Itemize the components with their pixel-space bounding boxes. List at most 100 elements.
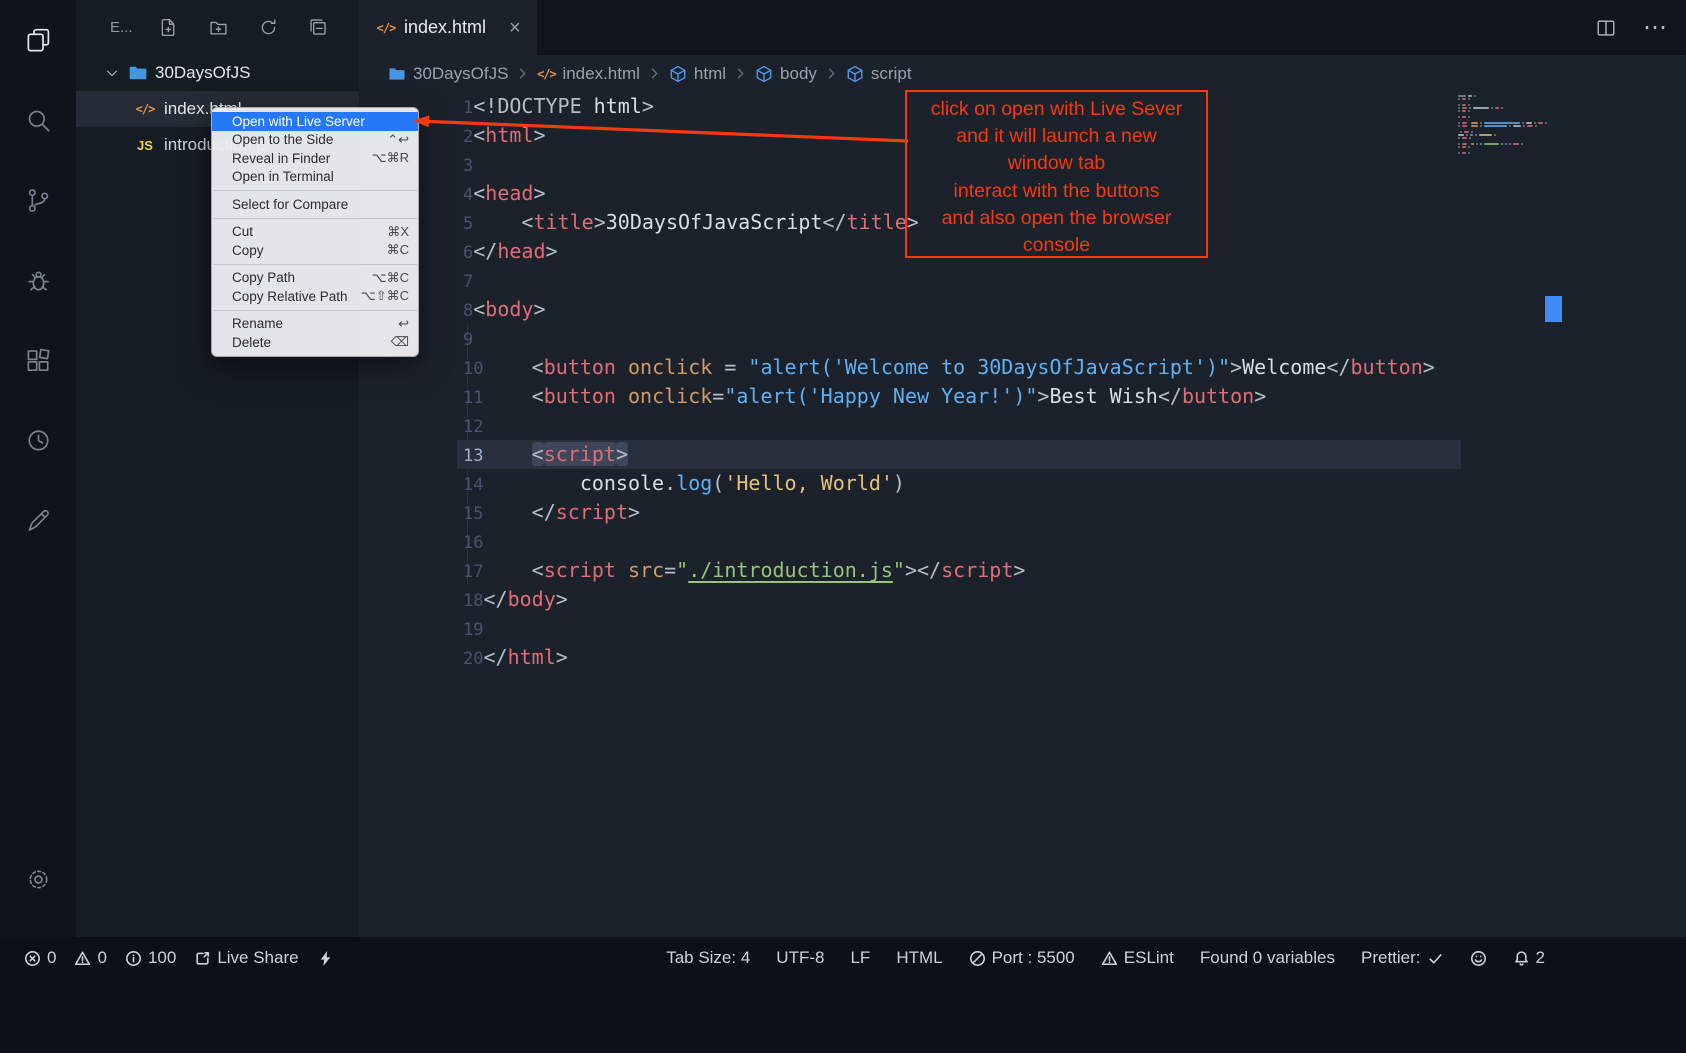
lightning-icon xyxy=(317,950,334,967)
minimap-line xyxy=(1458,149,1554,151)
code-line-20[interactable]: 20</html> xyxy=(359,643,1686,672)
activity-bar-top xyxy=(0,0,76,560)
status-item-lightning-icon[interactable] xyxy=(317,950,334,967)
menu-item-reveal-in-finder[interactable]: Reveal in Finder⌥⌘R xyxy=(212,149,418,168)
code-line-19[interactable]: 19 xyxy=(359,614,1686,643)
live-share-icon xyxy=(194,950,211,967)
line-number: 6 xyxy=(463,243,473,263)
status-item-100[interactable]: 100 xyxy=(125,948,176,968)
activity-item-search[interactable] xyxy=(0,80,76,160)
new-folder-icon[interactable] xyxy=(208,17,229,38)
status-item-lf[interactable]: LF xyxy=(850,948,870,968)
minimap-line xyxy=(1458,98,1554,100)
breadcrumb-item-body[interactable]: body xyxy=(755,64,817,84)
code-line-16[interactable]: 16 xyxy=(359,527,1686,556)
root-folder-label: 30DaysOfJS xyxy=(155,63,250,83)
menu-item-label: Cut xyxy=(232,224,253,239)
menu-item-copy-path[interactable]: Copy Path⌥⌘C xyxy=(212,269,418,288)
cube-icon xyxy=(755,65,773,83)
refresh-icon[interactable] xyxy=(258,17,279,38)
activity-item-source-control[interactable] xyxy=(0,160,76,240)
code-line-7[interactable]: 7 xyxy=(359,266,1686,295)
breadcrumb-item-html[interactable]: html xyxy=(669,64,726,84)
activity-item-history[interactable] xyxy=(0,400,76,480)
status-item-prettier[interactable]: Prettier: xyxy=(1361,948,1444,968)
status-item-label: HTML xyxy=(896,948,942,968)
activity-item-pen[interactable] xyxy=(0,480,76,560)
status-item-port-5500[interactable]: Port : 5500 xyxy=(969,948,1075,968)
status-item-smiley-icon[interactable] xyxy=(1470,950,1487,967)
code-line-13[interactable]: 13 <script> xyxy=(359,440,1686,469)
menu-item-shortcut: ⌥⌘C xyxy=(372,270,409,286)
breadcrumb-item-script[interactable]: script xyxy=(846,64,912,84)
annotation-box: click on open with Live Sever and it wil… xyxy=(905,90,1208,258)
activity-item-extensions[interactable] xyxy=(0,320,76,400)
menu-item-open-in-terminal[interactable]: Open in Terminal xyxy=(212,168,418,187)
explorer-root-folder[interactable]: 30DaysOfJS xyxy=(76,55,359,91)
code-line-9[interactable]: 9 xyxy=(359,324,1686,353)
code-line-10[interactable]: 10 <button onclick = "alert('Welcome to … xyxy=(359,353,1686,382)
status-item-eslint[interactable]: ESLint xyxy=(1101,948,1174,968)
code-line-17[interactable]: 17 <script src="./introduction.js"></scr… xyxy=(359,556,1686,585)
menu-item-select-for-compare[interactable]: Select for Compare xyxy=(212,195,418,214)
line-number: 14 xyxy=(463,475,483,495)
status-item-live-share[interactable]: Live Share xyxy=(194,948,298,968)
split-editor-icon[interactable] xyxy=(1595,17,1617,39)
cube-icon xyxy=(846,65,864,83)
explorer-actions xyxy=(158,17,329,38)
code-line-15[interactable]: 15 </script> xyxy=(359,498,1686,527)
menu-item-cut[interactable]: Cut ⌘X xyxy=(212,223,418,242)
status-item-tab-size-4[interactable]: Tab Size: 4 xyxy=(666,948,750,968)
code-line-12[interactable]: 12 xyxy=(359,411,1686,440)
status-item-label: 0 xyxy=(97,948,106,968)
status-item-html[interactable]: HTML xyxy=(896,948,942,968)
minimap-line xyxy=(1458,101,1554,103)
menu-item-open-to-the-side[interactable]: Open to the Side⌃↩ xyxy=(212,131,418,150)
menu-item-label: Open to the Side xyxy=(232,132,333,147)
menu-item-rename[interactable]: Rename↩ xyxy=(212,315,418,334)
code-line-18[interactable]: 18</body> xyxy=(359,585,1686,614)
menu-item-delete[interactable]: Delete⌫ xyxy=(212,333,418,352)
status-item-found-0-variables[interactable]: Found 0 variables xyxy=(1200,948,1335,968)
menu-item-shortcut: ⌘X xyxy=(387,224,409,240)
status-item-label: ESLint xyxy=(1124,948,1174,968)
status-item-utf-8[interactable]: UTF-8 xyxy=(776,948,824,968)
close-icon[interactable]: × xyxy=(509,18,521,38)
status-row: 0 0 100 Live Share Tab Size: 4 UTF-8 LF HTML Po… xyxy=(0,937,1686,979)
menu-item-label: Copy xyxy=(232,243,264,258)
tab-index-html[interactable]: </> index.html × xyxy=(359,0,537,55)
status-item-0[interactable]: 0 xyxy=(24,948,56,968)
minimap-line xyxy=(1458,140,1554,142)
explorer-header: E... xyxy=(76,0,359,55)
code-line-14[interactable]: 14 console.log('Hello, World') xyxy=(359,469,1686,498)
collapse-all-icon[interactable] xyxy=(308,17,329,38)
menu-item-copy[interactable]: Copy⌘C xyxy=(212,241,418,260)
check-icon xyxy=(1427,950,1444,967)
activity-item-settings-gear[interactable] xyxy=(0,839,76,919)
code-icon: </> xyxy=(377,19,395,37)
line-number: 20 xyxy=(463,649,483,669)
line-number: 16 xyxy=(463,533,483,553)
menu-item-label: Copy Relative Path xyxy=(232,289,348,304)
js-icon: JS xyxy=(135,135,155,155)
activity-item-debug[interactable] xyxy=(0,240,76,320)
code-line-8[interactable]: 8<body> xyxy=(359,295,1686,324)
breadcrumb-item-30daysofjs[interactable]: 30DaysOfJS xyxy=(388,64,508,84)
line-number: 15 xyxy=(463,504,483,524)
menu-item-label: Delete xyxy=(232,335,271,350)
menu-item-copy-relative-path[interactable]: Copy Relative Path ⌥⇧⌘C xyxy=(212,287,418,306)
tab-label: index.html xyxy=(404,17,486,38)
code-line-11[interactable]: 11 <button onclick="alert('Happy New Yea… xyxy=(359,382,1686,411)
new-file-icon[interactable] xyxy=(158,17,179,38)
menu-item-shortcut: ⌥⇧⌘C xyxy=(361,288,409,304)
breadcrumb-label: 30DaysOfJS xyxy=(413,64,508,84)
more-actions-icon[interactable]: ⋯ xyxy=(1643,13,1668,42)
activity-item-explorer[interactable] xyxy=(0,0,76,80)
status-item-0[interactable]: 0 xyxy=(74,948,106,968)
status-item-2[interactable]: 2 xyxy=(1513,948,1545,968)
warning-icon xyxy=(1101,950,1118,967)
minimap-line xyxy=(1458,146,1554,148)
minimap[interactable] xyxy=(1458,95,1554,155)
breadcrumb-item-index-html[interactable]: </>index.html xyxy=(537,64,639,84)
menu-item-open-with-live-server[interactable]: Open with Live Server xyxy=(212,112,418,131)
